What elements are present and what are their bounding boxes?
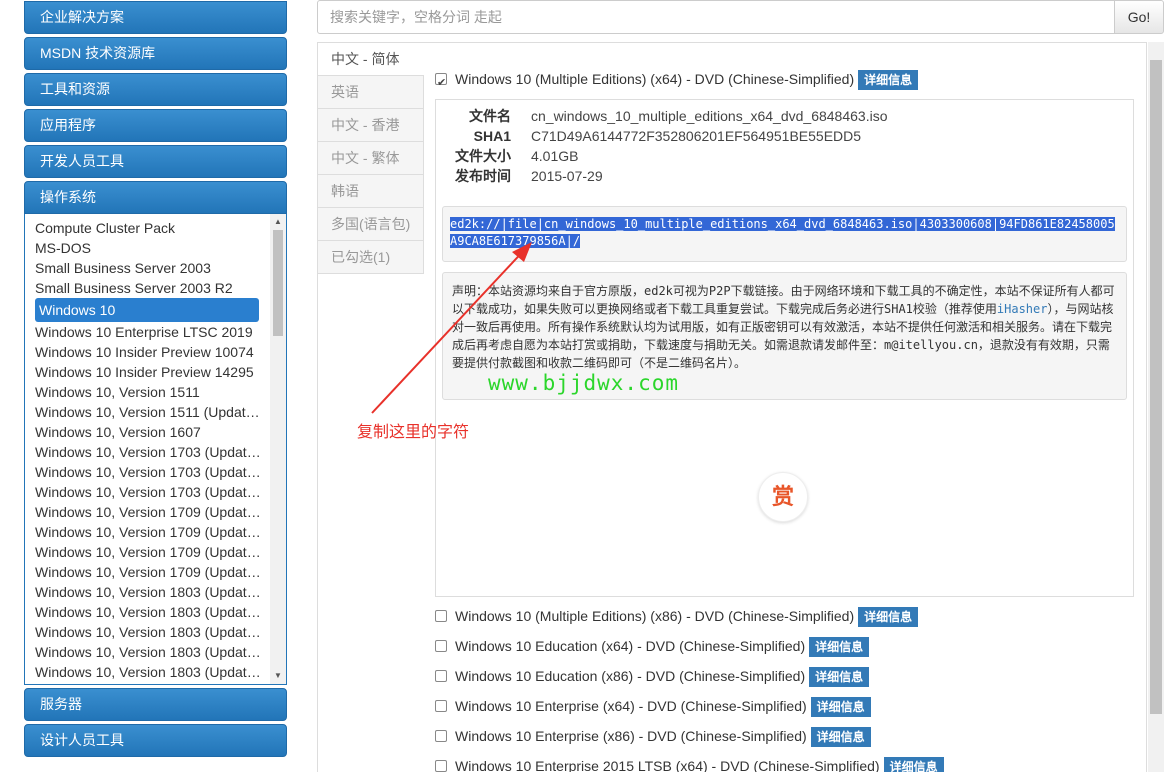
product-list: Windows 10 (Multiple Editions) (x86) - D… (435, 603, 944, 772)
os-item[interactable]: Windows 10, Version 1803 (Updated ...) (35, 642, 261, 662)
os-item[interactable]: Compute Cluster Pack (35, 218, 261, 238)
product-name[interactable]: Windows 10 Education (x86) - DVD (Chines… (455, 668, 805, 684)
sidebar: 企业解决方案 MSDN 技术资源库 工具和资源 应用程序 开发人员工具 操作系统… (24, 0, 287, 760)
os-item[interactable]: Windows 10, Version 1709 (Updated ...) (35, 502, 261, 522)
os-item[interactable]: Windows 10, Version 1709 (Updated ...) (35, 542, 261, 562)
product-checkbox[interactable] (435, 640, 447, 652)
product-row: Windows 10 (Multiple Editions) (x64) - D… (435, 66, 1135, 96)
tab-chinese-simplified[interactable]: 中文 - 简体 (318, 43, 424, 76)
os-item[interactable]: Windows 10 Enterprise LTSC 2019 (35, 322, 261, 342)
details-button[interactable]: 详细信息 (810, 697, 871, 717)
category-msdn-library[interactable]: MSDN 技术资源库 (24, 37, 287, 70)
info-value: 4.01GB (531, 148, 579, 164)
category-designer-tools[interactable]: 设计人员工具 (24, 724, 287, 757)
os-item[interactable]: Windows 10 Insider Preview 14295 (35, 362, 261, 382)
category-tools-resources[interactable]: 工具和资源 (24, 73, 287, 106)
tab-chinese-traditional[interactable]: 中文 - 繁体 (318, 142, 424, 175)
product-name[interactable]: Windows 10 Enterprise 2015 LTSB (x64) - … (455, 758, 880, 772)
os-item[interactable]: Windows 10, Version 1511 (Updated Apr 20… (35, 402, 261, 422)
file-info: 文件名 cn_windows_10_multiple_editions_x64_d… (455, 106, 887, 186)
os-item[interactable]: Windows 10, Version 1607 (35, 422, 261, 442)
search-bar: Go! (317, 0, 1164, 34)
product-checkbox[interactable] (435, 70, 447, 96)
info-value: 2015-07-29 (531, 168, 603, 184)
product-row: Windows 10 Enterprise 2015 LTSB (x64) - … (435, 753, 944, 772)
page-scroll-thumb[interactable] (1150, 60, 1162, 714)
os-item[interactable]: Windows 10, Version 1803 (Updated ...) (35, 622, 261, 642)
os-list: Compute Cluster Pack MS-DOS Small Business… (24, 214, 287, 685)
info-key: 文件大小 (455, 148, 511, 164)
reward-button[interactable]: 赏 (758, 472, 808, 522)
info-row: 文件名 cn_windows_10_multiple_editions_x64_d… (455, 106, 887, 126)
info-key: 发布时间 (455, 168, 511, 184)
product-checkbox[interactable] (435, 760, 447, 772)
details-button[interactable]: 详细信息 (810, 727, 871, 747)
product-checkbox[interactable] (435, 730, 447, 742)
os-item[interactable]: Windows 10, Version 1709 (Updated ...) (35, 562, 261, 582)
os-item[interactable]: MS-DOS (35, 238, 261, 258)
page-scrollbar[interactable] (1148, 42, 1164, 772)
tab-chinese-hongkong[interactable]: 中文 - 香港 (318, 109, 424, 142)
tab-korean[interactable]: 韩语 (318, 175, 424, 208)
details-button[interactable]: 详细信息 (858, 607, 919, 627)
os-item[interactable]: Small Business Server 2003 (35, 258, 261, 278)
os-item[interactable]: Windows 10, Version 1511 (35, 382, 261, 402)
product-name[interactable]: Windows 10 Education (x64) - DVD (Chines… (455, 638, 805, 654)
info-row: 文件大小 4.01GB (455, 146, 887, 166)
scroll-down-icon[interactable]: ▼ (273, 671, 283, 681)
search-button[interactable]: Go! (1114, 0, 1164, 34)
info-value: cn_windows_10_multiple_editions_x64_dvd_… (531, 108, 888, 124)
annotation-arrow-icon (371, 242, 532, 414)
details-button[interactable]: 详细信息 (809, 637, 870, 657)
details-button[interactable]: 详细信息 (858, 70, 919, 90)
annotation-text: 复制这里的字符 (357, 424, 470, 441)
info-row: 发布时间 2015-07-29 (455, 166, 887, 186)
os-item[interactable]: Windows 10, Version 1703 (Updated ...) (35, 482, 261, 502)
product-name[interactable]: Windows 10 Enterprise (x86) - DVD (Chine… (455, 728, 807, 744)
os-item[interactable]: Windows 10, Version 1709 (Updated ...) (35, 522, 261, 542)
scroll-up-icon[interactable]: ▲ (273, 217, 283, 227)
ihasher-link[interactable]: iHasher (997, 302, 1048, 316)
os-items: Compute Cluster Pack MS-DOS Small Business… (25, 214, 261, 682)
info-row: SHA1 C71D49A6144772F352806201EF564951BE55… (455, 126, 887, 146)
scroll-thumb[interactable] (273, 230, 283, 336)
info-key: SHA1 (473, 128, 511, 144)
product-row: Windows 10 Enterprise (x86) - DVD (Chine… (435, 723, 944, 753)
ed2k-link-box[interactable]: ed2k://|file|cn_windows_10_multiple_edit… (442, 206, 1127, 262)
info-key: 文件名 (469, 108, 511, 124)
os-item[interactable]: Windows 10 Insider Preview 10074 (35, 342, 261, 362)
details-button[interactable]: 详细信息 (883, 757, 944, 772)
category-operating-systems[interactable]: 操作系统 (24, 181, 287, 214)
product-checkbox[interactable] (435, 670, 447, 682)
product-name[interactable]: Windows 10 (Multiple Editions) (x86) - D… (455, 608, 854, 624)
product-checkbox[interactable] (435, 700, 447, 712)
product-name[interactable]: Windows 10 Enterprise (x64) - DVD (Chine… (455, 698, 807, 714)
category-servers[interactable]: 服务器 (24, 688, 287, 721)
product-row: Windows 10 Education (x86) - DVD (Chines… (435, 663, 944, 693)
search-input[interactable] (317, 0, 1115, 34)
category-applications[interactable]: 应用程序 (24, 109, 287, 142)
os-list-scrollbar[interactable]: ▲ ▼ (270, 214, 286, 684)
selected-product-row: Windows 10 (Multiple Editions) (x64) - D… (435, 66, 1135, 96)
os-item[interactable]: Windows 10, Version 1803 (Updated ...) (35, 582, 261, 602)
category-enterprise-solutions[interactable]: 企业解决方案 (24, 1, 287, 34)
os-item[interactable]: Small Business Server 2003 R2 (35, 278, 261, 298)
info-value: C71D49A6144772F352806201EF564951BE55EDD5 (531, 128, 862, 144)
os-item[interactable]: Windows 10, Version 1703 (Updated ...) (35, 462, 261, 482)
product-row: Windows 10 (Multiple Editions) (x86) - D… (435, 603, 944, 633)
os-item[interactable]: Windows 10, Version 1803 (Updated ...) (35, 602, 261, 622)
product-row: Windows 10 Enterprise (x64) - DVD (Chine… (435, 693, 944, 723)
category-developer-tools[interactable]: 开发人员工具 (24, 145, 287, 178)
os-item[interactable]: Windows 10, Version 1703 (Updated ...) (35, 442, 261, 462)
tab-english[interactable]: 英语 (318, 76, 424, 109)
product-checkbox[interactable] (435, 610, 447, 622)
os-item-active[interactable]: Windows 10 (35, 298, 259, 322)
product-name[interactable]: Windows 10 (Multiple Editions) (x64) - D… (455, 71, 854, 87)
ed2k-link-text[interactable]: ed2k://|file|cn_windows_10_multiple_edit… (450, 217, 1115, 248)
product-row: Windows 10 Education (x64) - DVD (Chines… (435, 633, 944, 663)
os-item[interactable]: Windows 10, Version 1803 (Updated ...) (35, 662, 261, 682)
details-button[interactable]: 详细信息 (809, 667, 870, 687)
